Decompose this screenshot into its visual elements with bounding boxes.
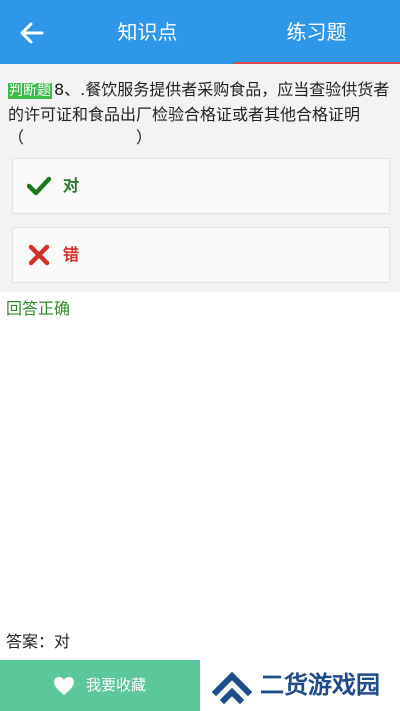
tab-knowledge[interactable]: 知识点 — [95, 0, 200, 64]
brand-text: 二货游戏园 — [260, 671, 380, 699]
favorite-label: 我要收藏 — [86, 676, 147, 694]
arrow-left-icon — [20, 22, 44, 44]
check-icon — [27, 176, 51, 196]
back-button[interactable] — [16, 18, 48, 48]
question-text-block: 判断题 8、.餐饮服务提供者采购食品，应当查验供货者的许可证和食品出厂检验合格证或… — [8, 78, 394, 149]
tab-practice[interactable]: 练习题 — [233, 0, 400, 64]
option-false[interactable]: 错 — [12, 227, 390, 283]
favorite-button[interactable]: 我要收藏 — [0, 660, 200, 711]
cross-icon — [28, 244, 50, 266]
result-message: 回答正确 — [6, 299, 71, 318]
heart-icon — [54, 677, 74, 695]
answer-text: 答案：对 — [6, 632, 71, 651]
question-type-badge: 判断题 — [8, 83, 52, 99]
option-false-label: 错 — [63, 245, 80, 264]
top-bar: 知识点 练习题 — [0, 0, 400, 64]
brand-logo — [212, 671, 252, 705]
option-true[interactable]: 对 — [12, 158, 390, 214]
brand-watermark: 二货游戏园 — [200, 660, 400, 711]
option-true-label: 对 — [63, 176, 80, 195]
question-text: 8、.餐饮服务提供者采购食品，应当查验供货者的许可证和食品出厂检验合格证或者其他… — [8, 80, 390, 147]
